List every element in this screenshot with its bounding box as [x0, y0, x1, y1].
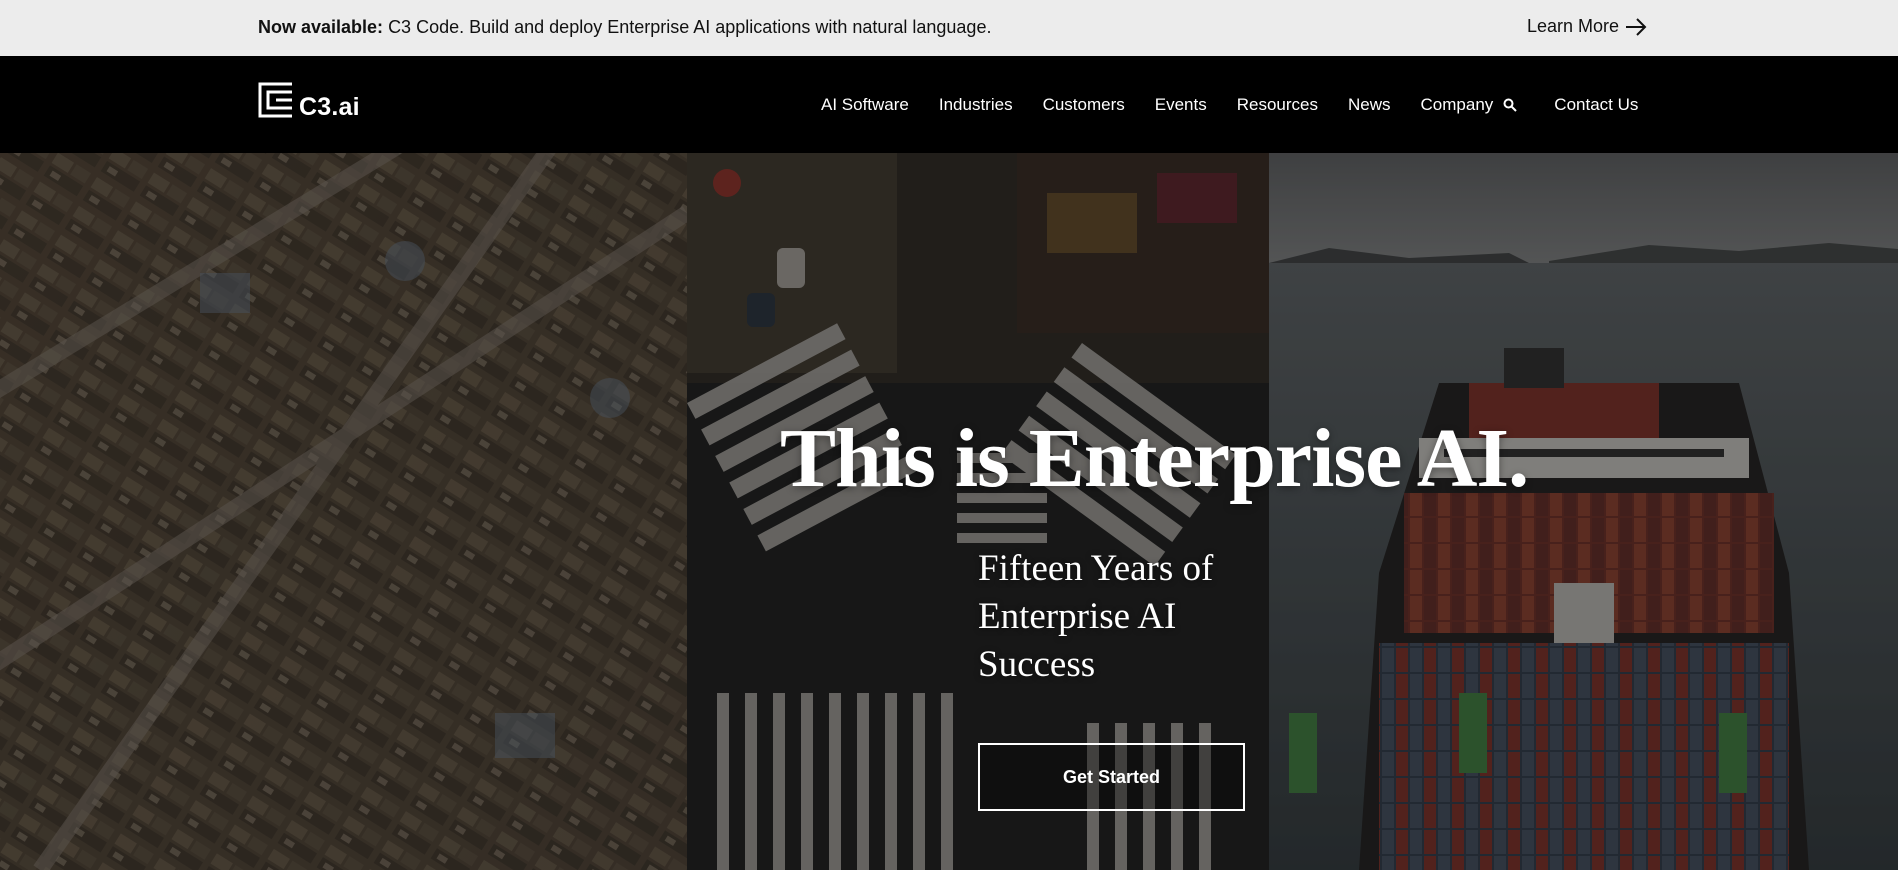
contact-us-link[interactable]: Contact Us	[1554, 95, 1638, 115]
nav-item-resources[interactable]: Resources	[1237, 95, 1318, 115]
nav-item-company[interactable]: Company	[1421, 95, 1494, 115]
logo-text: C3.ai	[299, 93, 360, 121]
hero-section: This is Enterprise AI. Fifteen Years of …	[0, 153, 1898, 870]
announcement-text: C3 Code. Build and deploy Enterprise AI …	[388, 17, 992, 37]
announcement-message: Now available: C3 Code. Build and deploy…	[258, 17, 991, 38]
get-started-button[interactable]: Get Started	[978, 743, 1245, 811]
announcement-label: Now available:	[258, 17, 384, 37]
learn-more-link[interactable]: Learn More	[1527, 16, 1647, 37]
search-icon	[1503, 98, 1518, 112]
hero-overlay	[0, 153, 1898, 870]
nav-links: AI Software Industries Customers Events …	[821, 56, 1638, 153]
nav-item-ai-software[interactable]: AI Software	[821, 95, 909, 115]
main-navigation: C3.ai AI Software Industries Customers E…	[0, 56, 1898, 153]
search-button[interactable]	[1502, 97, 1518, 113]
c3-logo-link[interactable]: C3.ai	[258, 82, 360, 121]
hero-headline: This is Enterprise AI.	[780, 412, 1529, 505]
announcement-bar: Now available: C3 Code. Build and deploy…	[0, 0, 1898, 56]
arrow-right-icon	[1626, 17, 1647, 36]
nav-item-industries[interactable]: Industries	[939, 95, 1013, 115]
hero-subhead: Fifteen Years of Enterprise AI Success	[978, 548, 1214, 685]
nav-item-customers[interactable]: Customers	[1043, 95, 1125, 115]
nav-item-news[interactable]: News	[1348, 95, 1391, 115]
nav-item-events[interactable]: Events	[1155, 95, 1207, 115]
learn-more-label: Learn More	[1527, 16, 1620, 36]
c3-logo-icon	[258, 82, 292, 118]
